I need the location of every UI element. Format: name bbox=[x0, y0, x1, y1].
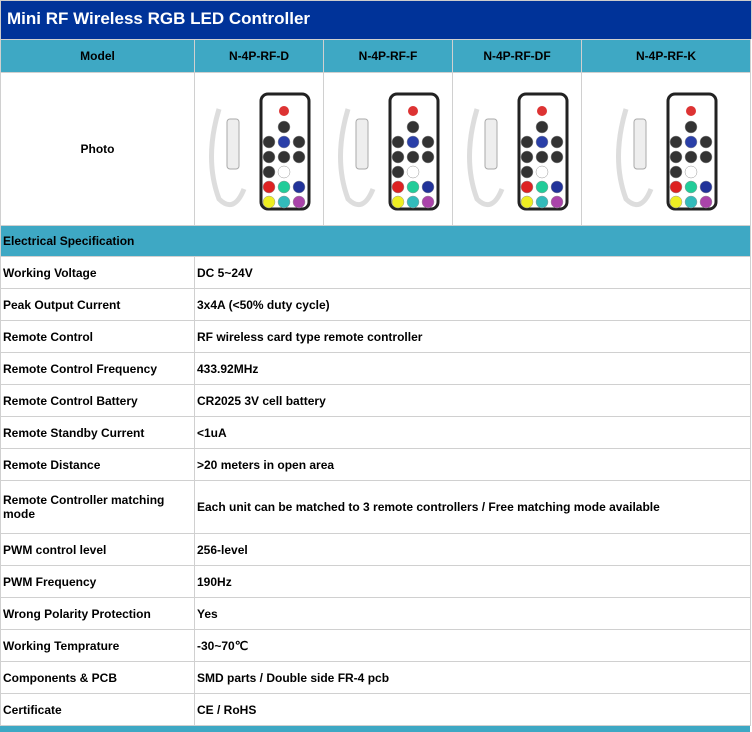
model-label: Model bbox=[0, 39, 195, 73]
spec-value: Yes bbox=[194, 597, 751, 630]
product-photo bbox=[194, 72, 324, 226]
spec-label: Remote Control bbox=[0, 320, 195, 353]
product-photo bbox=[452, 72, 582, 226]
spec-value: 256-level bbox=[194, 533, 751, 566]
remote-controller-image bbox=[467, 92, 569, 211]
section-title: Electrical Specification bbox=[0, 225, 751, 257]
spec-row: Remote Control Frequency 433.92MHz bbox=[0, 352, 751, 385]
spec-label: Peak Output Current bbox=[0, 288, 195, 321]
footer-bar bbox=[0, 726, 750, 732]
spec-row: Working Temprature -30~70℃ bbox=[0, 629, 751, 662]
spec-row: Remote Control Battery CR2025 3V cell bat… bbox=[0, 384, 751, 417]
page-title: Mini RF Wireless RGB LED Controller bbox=[0, 0, 752, 39]
spec-value: 190Hz bbox=[194, 565, 751, 598]
spec-label: Remote Control Battery bbox=[0, 384, 195, 417]
spec-label: Remote Standby Current bbox=[0, 416, 195, 449]
remote-controller-image bbox=[616, 92, 718, 211]
spec-label: PWM Frequency bbox=[0, 565, 195, 598]
spec-label: Remote Controller matching mode bbox=[0, 480, 195, 534]
spec-value: RF wireless card type remote controller bbox=[194, 320, 751, 353]
spec-row: Working Voltage DC 5~24V bbox=[0, 256, 751, 289]
remote-controller-image bbox=[209, 92, 311, 211]
spec-row: Remote Controller matching mode Each unit… bbox=[0, 480, 751, 534]
spec-value: DC 5~24V bbox=[194, 256, 751, 289]
spec-label: Remote Control Frequency bbox=[0, 352, 195, 385]
spec-label: Wrong Polarity Protection bbox=[0, 597, 195, 630]
spec-row: Certificate CE / RoHS bbox=[0, 693, 751, 726]
product-photo bbox=[323, 72, 453, 226]
spec-label: PWM control level bbox=[0, 533, 195, 566]
spec-row: PWM control level 256-level bbox=[0, 533, 751, 566]
section-header: Electrical Specification bbox=[0, 225, 751, 257]
spec-row: Remote Standby Current <1uA bbox=[0, 416, 751, 449]
spec-value: 433.92MHz bbox=[194, 352, 751, 385]
spec-label: Components & PCB bbox=[0, 661, 195, 694]
spec-value: >20 meters in open area bbox=[194, 448, 751, 481]
model-name: N-4P-RF-F bbox=[323, 39, 453, 73]
model-name: N-4P-RF-DF bbox=[452, 39, 582, 73]
spec-value: 3x4A (<50% duty cycle) bbox=[194, 288, 751, 321]
spec-label: Working Voltage bbox=[0, 256, 195, 289]
product-photo bbox=[581, 72, 751, 226]
remote-controller-image bbox=[338, 92, 440, 211]
spec-label: Remote Distance bbox=[0, 448, 195, 481]
spec-row: Remote Distance >20 meters in open area bbox=[0, 448, 751, 481]
photo-label: Photo bbox=[0, 72, 195, 226]
spec-row: Components & PCB SMD parts / Double side … bbox=[0, 661, 751, 694]
spec-value: CR2025 3V cell battery bbox=[194, 384, 751, 417]
spec-row: Wrong Polarity Protection Yes bbox=[0, 597, 751, 630]
photo-row: Photo bbox=[0, 72, 751, 226]
spec-value: SMD parts / Double side FR-4 pcb bbox=[194, 661, 751, 694]
spec-value: <1uA bbox=[194, 416, 751, 449]
model-name: N-4P-RF-K bbox=[581, 39, 751, 73]
spec-label: Certificate bbox=[0, 693, 195, 726]
spec-value: Each unit can be matched to 3 remote con… bbox=[194, 480, 751, 534]
spec-row: Remote Control RF wireless card type remo… bbox=[0, 320, 751, 353]
spec-row: PWM Frequency 190Hz bbox=[0, 565, 751, 598]
spec-value: -30~70℃ bbox=[194, 629, 751, 662]
spec-row: Peak Output Current 3x4A (<50% duty cycle… bbox=[0, 288, 751, 321]
model-row: Model N-4P-RF-D N-4P-RF-F N-4P-RF-DF N-4… bbox=[0, 39, 751, 73]
spec-table: Model N-4P-RF-D N-4P-RF-F N-4P-RF-DF N-4… bbox=[0, 39, 751, 726]
spec-label: Working Temprature bbox=[0, 629, 195, 662]
model-name: N-4P-RF-D bbox=[194, 39, 324, 73]
spec-value: CE / RoHS bbox=[194, 693, 751, 726]
